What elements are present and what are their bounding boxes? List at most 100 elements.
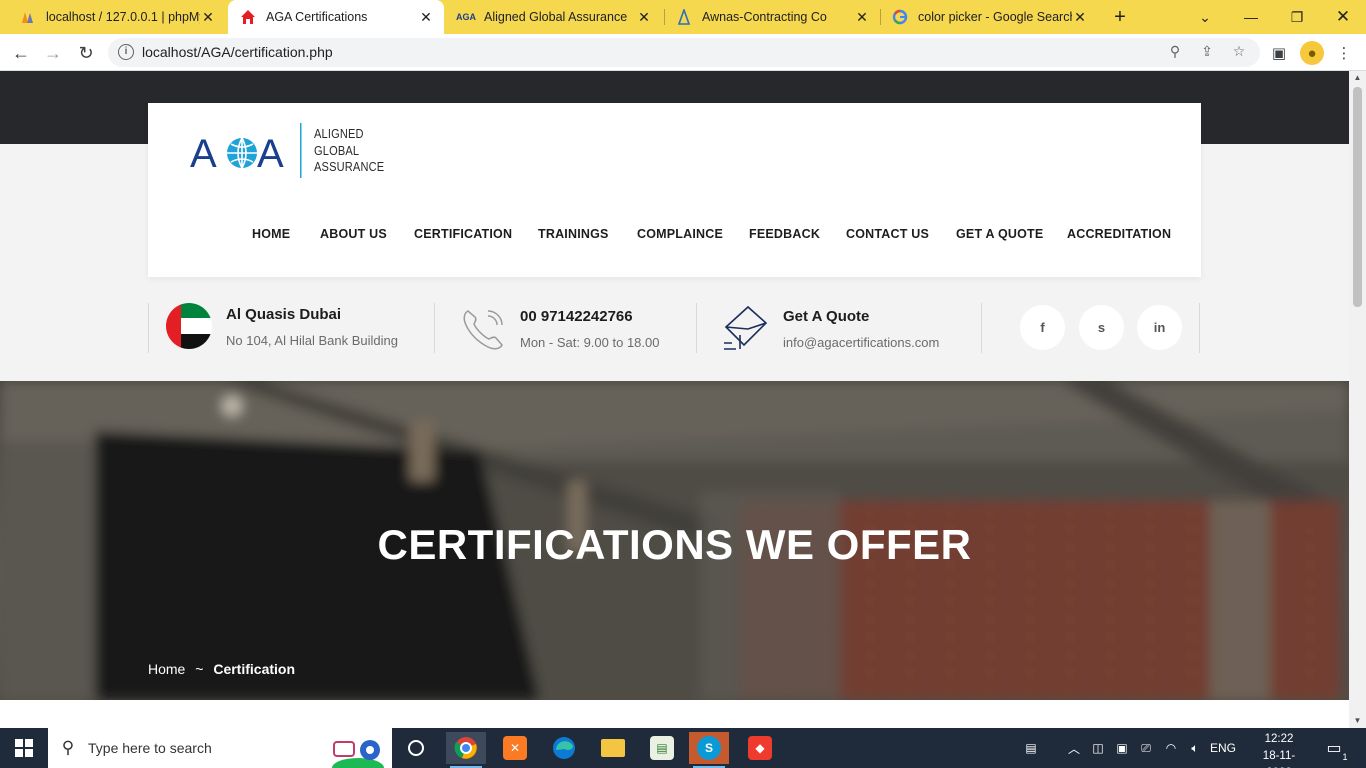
new-tab-button[interactable]: + bbox=[1108, 5, 1132, 29]
language-indicator[interactable]: ENG bbox=[1206, 728, 1240, 768]
nav-certification[interactable]: CERTIFICATION bbox=[414, 227, 512, 241]
tray-chevron-icon[interactable]: ︿ bbox=[1064, 728, 1084, 768]
scrollbar-thumb[interactable] bbox=[1353, 87, 1362, 307]
tab-title: Awnas-Contracting Co bbox=[702, 10, 827, 24]
phone-hours: Mon - Sat: 9.00 to 18.00 bbox=[520, 335, 660, 350]
content-area bbox=[0, 700, 1349, 728]
system-clock[interactable]: 12:22 18-11-2022 bbox=[1254, 731, 1304, 768]
skype-taskbar-icon[interactable]: S bbox=[689, 732, 729, 768]
close-icon[interactable]: ✕ bbox=[1072, 9, 1088, 26]
hero-banner: CERTIFICATIONS WE OFFER Home ~ Certifica… bbox=[0, 381, 1349, 700]
close-icon[interactable]: ✕ bbox=[200, 9, 216, 26]
tray-app-icon[interactable]: ⎚ bbox=[1136, 728, 1156, 768]
nav-compliance[interactable]: COMPLAINCE bbox=[637, 227, 723, 241]
url-text[interactable]: localhost/AGA/certification.php bbox=[142, 44, 333, 60]
google-icon bbox=[892, 9, 908, 25]
location-subtitle: No 104, Al Hilal Bank Building bbox=[226, 333, 398, 348]
reload-button[interactable]: ↻ bbox=[73, 40, 99, 66]
file-explorer-taskbar-icon[interactable] bbox=[593, 732, 633, 764]
xampp-taskbar-icon[interactable]: ✕ bbox=[495, 732, 535, 764]
phone-icon bbox=[460, 305, 508, 358]
facebook-icon[interactable]: f bbox=[1020, 305, 1065, 350]
notification-icon[interactable]: ▭ 1 bbox=[1318, 728, 1350, 768]
windows-taskbar: ⚲ Type here to search ✕ ▤ S ◆ ▤ ︿ ◫ ▣ ⎚ … bbox=[0, 728, 1366, 768]
tab-aligned-global-assurance[interactable]: AGA Aligned Global Assurance ✕ bbox=[446, 0, 662, 34]
search-highlight-icon bbox=[330, 734, 386, 768]
edge-taskbar-icon[interactable] bbox=[544, 732, 584, 764]
tab-title: Aligned Global Assurance bbox=[484, 10, 628, 24]
tab-phpmyadmin[interactable]: localhost / 127.0.0.1 | phpMy ✕ bbox=[8, 0, 226, 34]
minimize-button[interactable]: — bbox=[1228, 0, 1274, 34]
nav-home[interactable]: HOME bbox=[252, 227, 290, 241]
nav-get-a-quote[interactable]: GET A QUOTE bbox=[956, 227, 1043, 241]
logo-line-global: GLOBAL bbox=[314, 142, 360, 158]
anydesk-taskbar-icon[interactable]: ◆ bbox=[740, 732, 780, 764]
page-title: CERTIFICATIONS WE OFFER bbox=[377, 521, 972, 568]
nav-accreditation[interactable]: ACCREDITATION bbox=[1067, 227, 1171, 241]
tab-awnas[interactable]: Awnas-Contracting Co ✕ bbox=[664, 0, 880, 34]
phone-number[interactable]: 00 97142242766 bbox=[520, 308, 633, 325]
uae-flag-icon bbox=[166, 303, 212, 349]
main-nav: HOME ABOUT US CERTIFICATION TRAININGS CO… bbox=[148, 227, 1201, 247]
linkedin-icon[interactable]: in bbox=[1137, 305, 1182, 350]
back-button[interactable]: ← bbox=[8, 40, 34, 66]
news-widget-icon[interactable]: ▤ bbox=[1014, 728, 1048, 768]
breadcrumb-separator: ~ bbox=[195, 661, 204, 677]
tray-app-icon[interactable]: ◫ bbox=[1088, 728, 1108, 768]
tab-search-chevron-icon[interactable]: ⌄ bbox=[1182, 0, 1228, 34]
nav-contact-us[interactable]: CONTACT US bbox=[846, 227, 929, 241]
sheets-taskbar-icon[interactable]: ▤ bbox=[642, 732, 682, 764]
logo-mark-text: A bbox=[190, 132, 217, 176]
forward-button[interactable]: → bbox=[40, 40, 66, 66]
wifi-icon[interactable]: ◠ bbox=[1160, 728, 1182, 768]
scroll-down-arrow-icon[interactable]: ▼ bbox=[1349, 714, 1366, 728]
close-icon[interactable]: ✕ bbox=[418, 9, 434, 26]
browser-toolbar: ← → ↻ i localhost/AGA/certification.php … bbox=[0, 34, 1366, 71]
menu-kebab-icon[interactable]: ⋮ bbox=[1332, 41, 1356, 65]
clock-date: 18-11-2022 bbox=[1262, 750, 1296, 768]
zoom-icon[interactable]: ⚲ bbox=[1166, 43, 1184, 61]
clock-time: 12:22 bbox=[1264, 733, 1294, 745]
browser-tab-strip: localhost / 127.0.0.1 | phpMy ✕ AGA Cert… bbox=[0, 0, 1366, 34]
phpmyadmin-icon bbox=[20, 9, 36, 25]
site-info-icon[interactable]: i bbox=[118, 44, 134, 60]
logo-line-assurance: ASSURANCE bbox=[314, 159, 385, 174]
quote-title[interactable]: Get A Quote bbox=[783, 308, 869, 325]
close-icon[interactable]: ✕ bbox=[854, 9, 870, 26]
bookmark-star-icon[interactable]: ☆ bbox=[1230, 43, 1248, 61]
awnas-icon bbox=[676, 9, 692, 25]
restore-button[interactable]: ❐ bbox=[1274, 0, 1320, 34]
volume-icon[interactable]: 🔈︎ bbox=[1184, 728, 1206, 768]
page-scrollbar[interactable]: ▲ ▼ bbox=[1349, 71, 1366, 728]
search-placeholder[interactable]: Type here to search bbox=[88, 740, 212, 756]
tab-aga-certifications[interactable]: AGA Certifications ✕ bbox=[228, 0, 444, 34]
tab-title: AGA Certifications bbox=[266, 10, 368, 24]
quote-email[interactable]: info@agacertifications.com bbox=[783, 335, 939, 350]
scroll-up-arrow-icon[interactable]: ▲ bbox=[1349, 71, 1366, 85]
close-icon[interactable]: ✕ bbox=[636, 9, 652, 26]
envelope-icon bbox=[722, 305, 770, 358]
tab-google-search[interactable]: color picker - Google Search ✕ bbox=[880, 0, 1098, 34]
divider bbox=[696, 303, 697, 353]
profile-avatar-icon[interactable]: ● bbox=[1300, 41, 1324, 65]
tab-title: color picker - Google Search bbox=[918, 10, 1072, 24]
share-icon[interactable]: ⇪ bbox=[1198, 43, 1216, 61]
tab-title: localhost / 127.0.0.1 | phpMy bbox=[46, 10, 200, 24]
task-view-icon[interactable] bbox=[396, 732, 436, 764]
tray-app-icon[interactable]: ▣ bbox=[1112, 728, 1132, 768]
search-icon: ⚲ bbox=[61, 738, 75, 757]
address-bar[interactable]: i localhost/AGA/certification.php ⚲ ⇪ ☆ bbox=[108, 38, 1260, 67]
skype-icon[interactable]: s bbox=[1079, 305, 1124, 350]
nav-feedback[interactable]: FEEDBACK bbox=[749, 227, 820, 241]
chrome-taskbar-icon[interactable] bbox=[446, 732, 486, 768]
side-panel-icon[interactable]: ▣ bbox=[1267, 41, 1291, 65]
nav-about-us[interactable]: ABOUT US bbox=[320, 227, 387, 241]
close-window-button[interactable]: ✕ bbox=[1320, 0, 1366, 34]
nav-trainings[interactable]: TRAININGS bbox=[538, 227, 609, 241]
location-title: Al Quasis Dubai bbox=[226, 306, 342, 323]
taskbar-search-box[interactable]: ⚲ Type here to search bbox=[48, 728, 392, 768]
site-logo[interactable]: A A ALIGNED GLOBAL ASSURANCE bbox=[190, 123, 390, 183]
windows-start-icon[interactable] bbox=[0, 728, 48, 768]
breadcrumb: Home ~ Certification bbox=[148, 661, 301, 677]
breadcrumb-home[interactable]: Home bbox=[148, 661, 185, 677]
